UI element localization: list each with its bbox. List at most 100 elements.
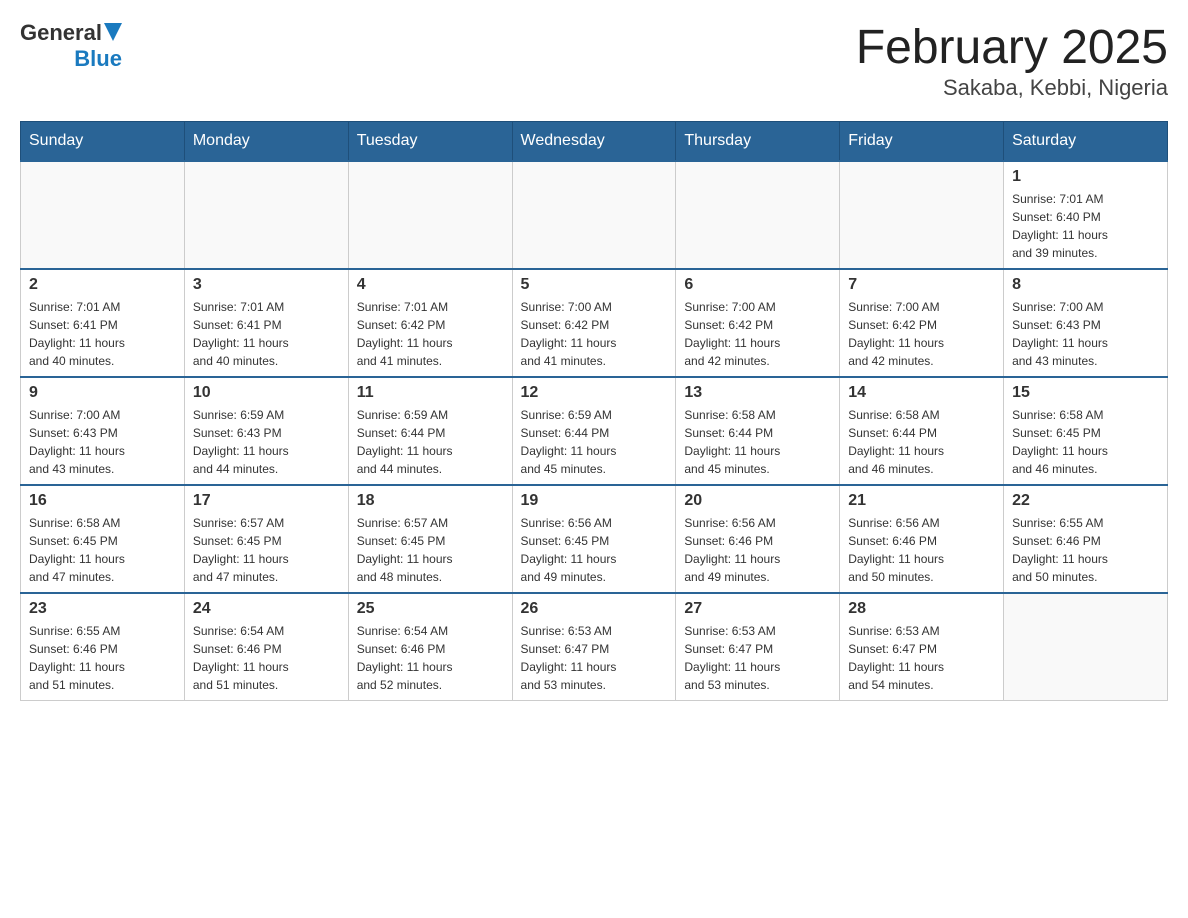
day-number: 11 [357, 384, 504, 402]
calendar-cell: 23 Sunrise: 6:55 AM Sunset: 6:46 PM Dayli… [21, 593, 185, 701]
day-sun-info: Sunrise: 6:56 AM Sunset: 6:46 PM Dayligh… [684, 514, 831, 586]
day-sun-info: Sunrise: 6:56 AM Sunset: 6:46 PM Dayligh… [848, 514, 995, 586]
day-sun-info: Sunrise: 7:00 AM Sunset: 6:43 PM Dayligh… [1012, 298, 1159, 370]
day-number: 9 [29, 384, 176, 402]
day-number: 16 [29, 492, 176, 510]
day-sun-info: Sunrise: 7:01 AM Sunset: 6:41 PM Dayligh… [193, 298, 340, 370]
week-row: 1 Sunrise: 7:01 AM Sunset: 6:40 PM Daylig… [21, 161, 1168, 269]
calendar-cell: 12 Sunrise: 6:59 AM Sunset: 6:44 PM Dayli… [512, 377, 676, 485]
day-number: 8 [1012, 276, 1159, 294]
day-sun-info: Sunrise: 6:55 AM Sunset: 6:46 PM Dayligh… [29, 622, 176, 694]
calendar-cell [840, 161, 1004, 269]
day-sun-info: Sunrise: 7:00 AM Sunset: 6:42 PM Dayligh… [684, 298, 831, 370]
day-of-week-header: Wednesday [512, 122, 676, 162]
day-number: 10 [193, 384, 340, 402]
day-of-week-header: Monday [184, 122, 348, 162]
calendar-cell [676, 161, 840, 269]
day-sun-info: Sunrise: 6:56 AM Sunset: 6:45 PM Dayligh… [521, 514, 668, 586]
day-number: 4 [357, 276, 504, 294]
day-number: 20 [684, 492, 831, 510]
calendar-cell: 20 Sunrise: 6:56 AM Sunset: 6:46 PM Dayli… [676, 485, 840, 593]
week-row: 16 Sunrise: 6:58 AM Sunset: 6:45 PM Dayli… [21, 485, 1168, 593]
calendar-cell: 6Sunrise: 7:00 AM Sunset: 6:42 PM Daylig… [676, 269, 840, 377]
calendar-cell: 18Sunrise: 6:57 AM Sunset: 6:45 PM Dayli… [348, 485, 512, 593]
logo-blue-text: Blue [74, 46, 122, 72]
day-number: 23 [29, 600, 176, 618]
week-row: 23 Sunrise: 6:55 AM Sunset: 6:46 PM Dayli… [21, 593, 1168, 701]
page-header: General Blue February 2025 Sakaba, Kebbi… [20, 20, 1168, 101]
day-sun-info: Sunrise: 6:58 AM Sunset: 6:44 PM Dayligh… [684, 406, 831, 478]
day-sun-info: Sunrise: 7:00 AM Sunset: 6:42 PM Dayligh… [848, 298, 995, 370]
calendar-cell: 7 Sunrise: 7:00 AM Sunset: 6:42 PM Daylig… [840, 269, 1004, 377]
day-sun-info: Sunrise: 6:59 AM Sunset: 6:43 PM Dayligh… [193, 406, 340, 478]
calendar-cell: 14Sunrise: 6:58 AM Sunset: 6:44 PM Dayli… [840, 377, 1004, 485]
day-sun-info: Sunrise: 7:00 AM Sunset: 6:42 PM Dayligh… [521, 298, 668, 370]
day-of-week-header: Tuesday [348, 122, 512, 162]
calendar-cell [21, 161, 185, 269]
day-number: 7 [848, 276, 995, 294]
day-number: 5 [521, 276, 668, 294]
day-sun-info: Sunrise: 6:53 AM Sunset: 6:47 PM Dayligh… [848, 622, 995, 694]
calendar-cell [348, 161, 512, 269]
day-number: 17 [193, 492, 340, 510]
location-subtitle: Sakaba, Kebbi, Nigeria [856, 75, 1168, 101]
day-number: 24 [193, 600, 340, 618]
calendar-cell: 15 Sunrise: 6:58 AM Sunset: 6:45 PM Dayli… [1004, 377, 1168, 485]
calendar-cell: 19 Sunrise: 6:56 AM Sunset: 6:45 PM Dayli… [512, 485, 676, 593]
day-sun-info: Sunrise: 6:58 AM Sunset: 6:45 PM Dayligh… [1012, 406, 1159, 478]
day-number: 18 [357, 492, 504, 510]
day-sun-info: Sunrise: 7:01 AM Sunset: 6:42 PM Dayligh… [357, 298, 504, 370]
day-of-week-header: Friday [840, 122, 1004, 162]
day-sun-info: Sunrise: 7:01 AM Sunset: 6:40 PM Dayligh… [1012, 190, 1159, 262]
day-number: 1 [1012, 168, 1159, 186]
day-number: 19 [521, 492, 668, 510]
page-title: February 2025 [856, 20, 1168, 75]
day-sun-info: Sunrise: 7:01 AM Sunset: 6:41 PM Dayligh… [29, 298, 176, 370]
calendar-table: SundayMondayTuesdayWednesdayThursdayFrid… [20, 121, 1168, 701]
logo: General Blue [20, 20, 122, 72]
calendar-cell: 22Sunrise: 6:55 AM Sunset: 6:46 PM Dayli… [1004, 485, 1168, 593]
day-sun-info: Sunrise: 6:58 AM Sunset: 6:45 PM Dayligh… [29, 514, 176, 586]
day-number: 15 [1012, 384, 1159, 402]
calendar-header-row: SundayMondayTuesdayWednesdayThursdayFrid… [21, 122, 1168, 162]
calendar-cell: 27 Sunrise: 6:53 AM Sunset: 6:47 PM Dayli… [676, 593, 840, 701]
calendar-cell: 16 Sunrise: 6:58 AM Sunset: 6:45 PM Dayli… [21, 485, 185, 593]
logo-arrow-icon [104, 23, 122, 46]
calendar-cell: 25 Sunrise: 6:54 AM Sunset: 6:46 PM Dayli… [348, 593, 512, 701]
calendar-cell: 26 Sunrise: 6:53 AM Sunset: 6:47 PM Dayli… [512, 593, 676, 701]
day-sun-info: Sunrise: 6:58 AM Sunset: 6:44 PM Dayligh… [848, 406, 995, 478]
day-number: 21 [848, 492, 995, 510]
calendar-cell: 17 Sunrise: 6:57 AM Sunset: 6:45 PM Dayli… [184, 485, 348, 593]
day-sun-info: Sunrise: 6:54 AM Sunset: 6:46 PM Dayligh… [193, 622, 340, 694]
calendar-cell [512, 161, 676, 269]
day-of-week-header: Saturday [1004, 122, 1168, 162]
day-number: 3 [193, 276, 340, 294]
calendar-cell: 2Sunrise: 7:01 AM Sunset: 6:41 PM Daylig… [21, 269, 185, 377]
calendar-cell: 11Sunrise: 6:59 AM Sunset: 6:44 PM Dayli… [348, 377, 512, 485]
day-sun-info: Sunrise: 6:59 AM Sunset: 6:44 PM Dayligh… [521, 406, 668, 478]
calendar-cell: 4 Sunrise: 7:01 AM Sunset: 6:42 PM Daylig… [348, 269, 512, 377]
calendar-cell: 10 Sunrise: 6:59 AM Sunset: 6:43 PM Dayli… [184, 377, 348, 485]
day-number: 12 [521, 384, 668, 402]
calendar-cell: 13 Sunrise: 6:58 AM Sunset: 6:44 PM Dayli… [676, 377, 840, 485]
calendar-cell: 8 Sunrise: 7:00 AM Sunset: 6:43 PM Daylig… [1004, 269, 1168, 377]
calendar-cell: 3 Sunrise: 7:01 AM Sunset: 6:41 PM Daylig… [184, 269, 348, 377]
day-number: 13 [684, 384, 831, 402]
calendar-cell: 24 Sunrise: 6:54 AM Sunset: 6:46 PM Dayli… [184, 593, 348, 701]
day-sun-info: Sunrise: 7:00 AM Sunset: 6:43 PM Dayligh… [29, 406, 176, 478]
day-sun-info: Sunrise: 6:53 AM Sunset: 6:47 PM Dayligh… [521, 622, 668, 694]
day-sun-info: Sunrise: 6:57 AM Sunset: 6:45 PM Dayligh… [193, 514, 340, 586]
day-number: 26 [521, 600, 668, 618]
calendar-cell: 1 Sunrise: 7:01 AM Sunset: 6:40 PM Daylig… [1004, 161, 1168, 269]
calendar-cell: 9 Sunrise: 7:00 AM Sunset: 6:43 PM Daylig… [21, 377, 185, 485]
day-number: 25 [357, 600, 504, 618]
calendar-cell [1004, 593, 1168, 701]
day-number: 22 [1012, 492, 1159, 510]
day-of-week-header: Thursday [676, 122, 840, 162]
day-sun-info: Sunrise: 6:54 AM Sunset: 6:46 PM Dayligh… [357, 622, 504, 694]
logo-general-text: General [20, 20, 102, 46]
calendar-cell: 28Sunrise: 6:53 AM Sunset: 6:47 PM Dayli… [840, 593, 1004, 701]
calendar-cell [184, 161, 348, 269]
day-number: 27 [684, 600, 831, 618]
day-sun-info: Sunrise: 6:53 AM Sunset: 6:47 PM Dayligh… [684, 622, 831, 694]
